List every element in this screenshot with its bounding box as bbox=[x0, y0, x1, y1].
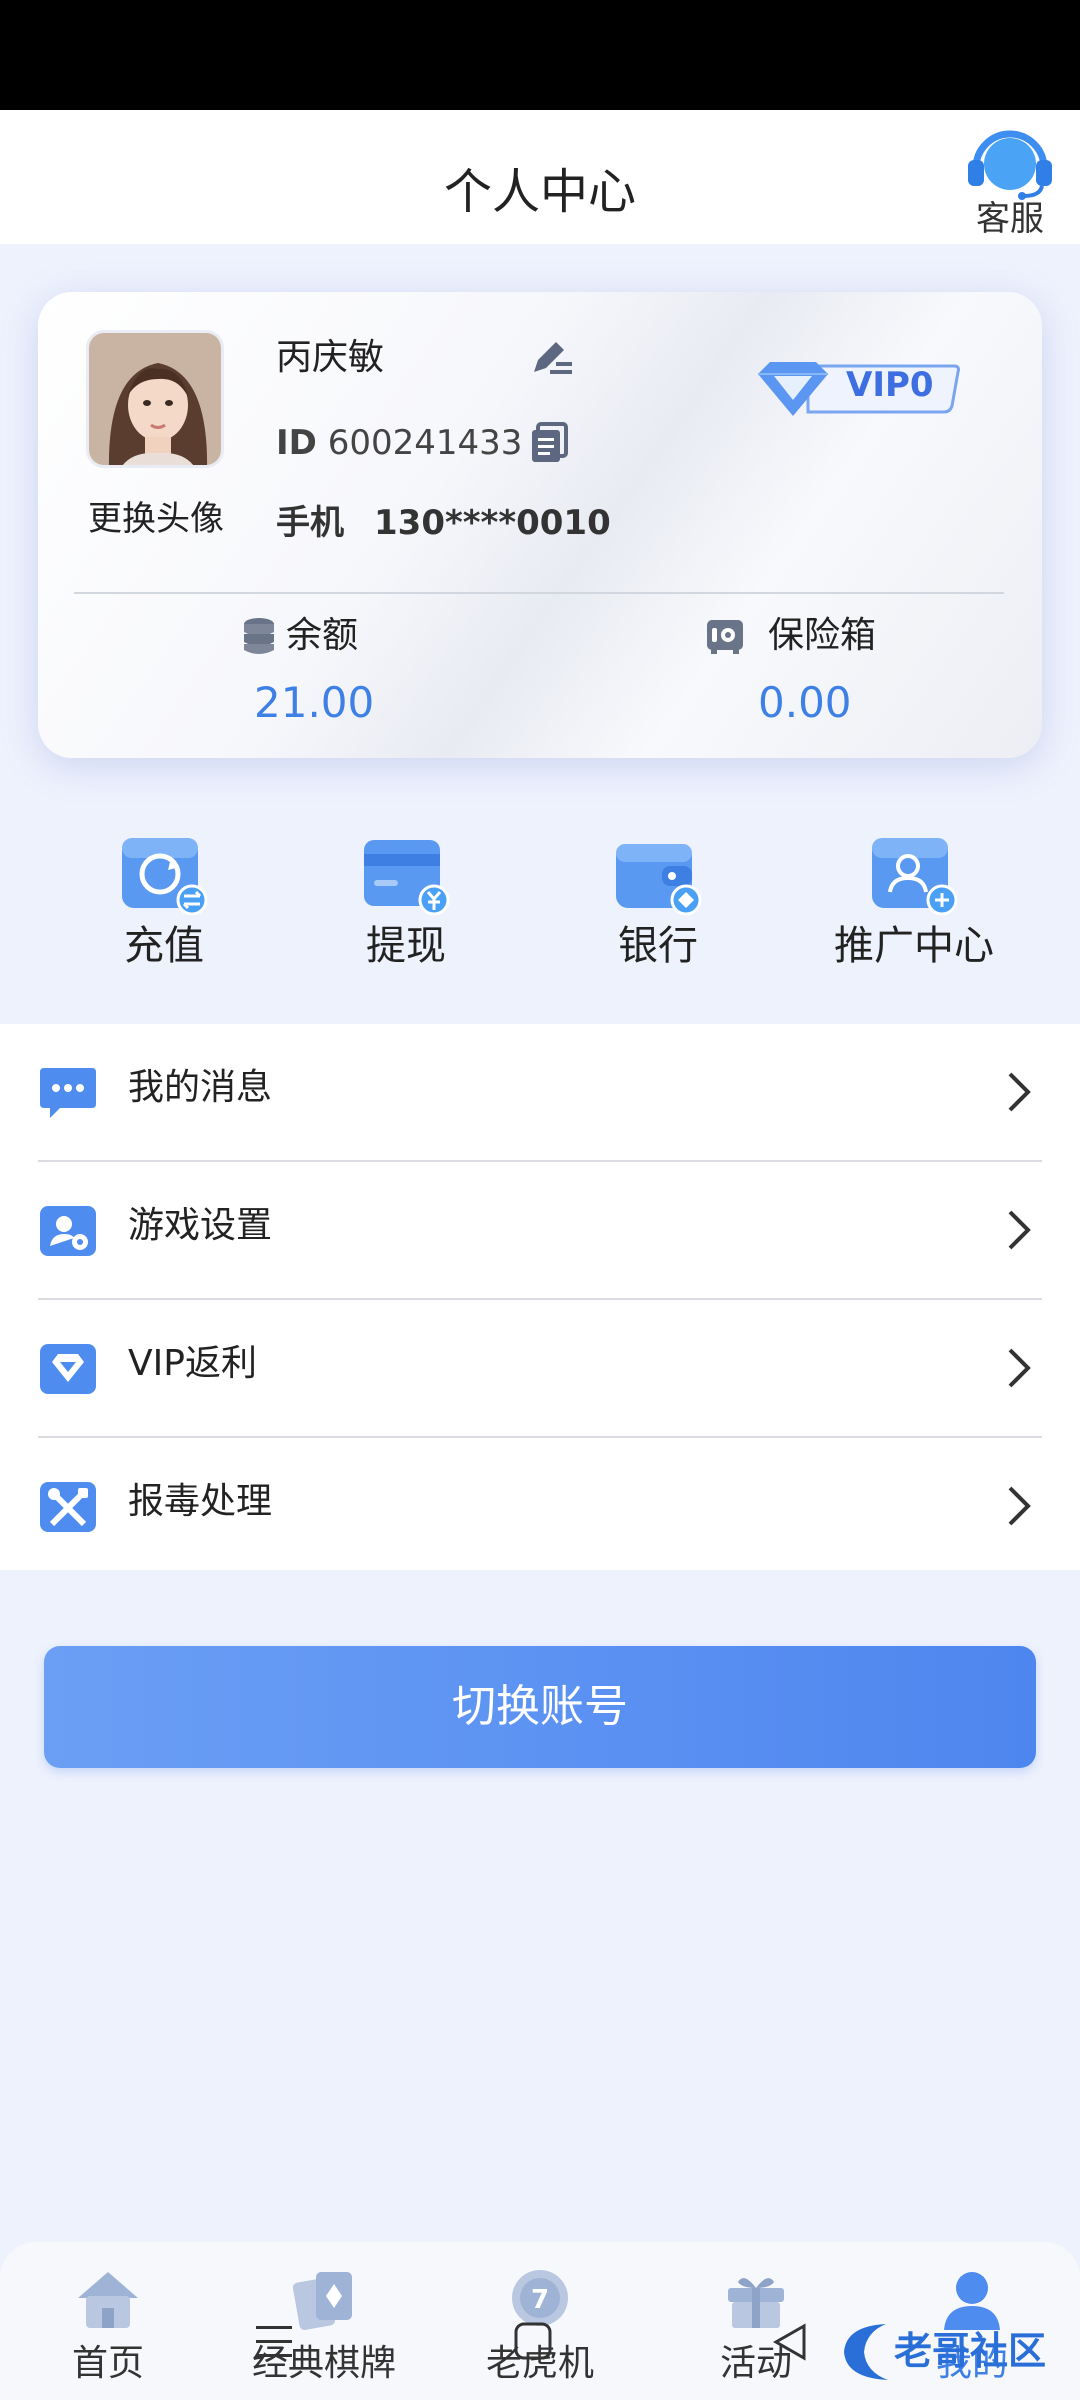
menu-item-virus-report[interactable]: 报毒处理 bbox=[0, 1438, 1080, 1574]
customer-service-button[interactable]: 客服 bbox=[962, 124, 1058, 240]
vip-badge[interactable]: VIP0 bbox=[754, 356, 964, 422]
customer-service-label: 客服 bbox=[976, 199, 1044, 239]
phone-value: 130****0010 bbox=[374, 503, 611, 543]
promotion-users-icon bbox=[872, 838, 958, 916]
user-id-value: 600241433 bbox=[327, 423, 523, 463]
chevron-right-icon bbox=[1008, 1072, 1031, 1112]
recharge-icon bbox=[122, 838, 208, 916]
menu-label-vip-rebate: VIP返利 bbox=[128, 1343, 257, 1384]
safe-label: 保险箱 bbox=[768, 615, 877, 656]
edit-icon[interactable] bbox=[528, 336, 576, 380]
status-bar bbox=[0, 0, 1080, 110]
promotion-center-button[interactable]: 推广中心 bbox=[814, 820, 1014, 980]
tools-icon bbox=[40, 1482, 96, 1532]
switch-account-button[interactable]: 切换账号 bbox=[44, 1646, 1036, 1768]
menu-item-game-settings[interactable]: 游戏设置 bbox=[0, 1162, 1080, 1298]
user-id: ID 600241433 bbox=[276, 426, 522, 460]
vip-diamond-icon bbox=[40, 1344, 96, 1394]
tab-home[interactable]: 首页 bbox=[0, 2242, 216, 2400]
menu-item-messages[interactable]: 我的消息 bbox=[0, 1024, 1080, 1160]
withdraw-label: 提现 bbox=[366, 923, 446, 969]
tab-label-home: 首页 bbox=[71, 2343, 144, 2384]
username: 丙庆敏 bbox=[276, 337, 385, 378]
menu-label-messages: 我的消息 bbox=[128, 1067, 273, 1108]
message-icon bbox=[40, 1068, 96, 1118]
gift-icon bbox=[728, 2278, 784, 2328]
menu-label-virus-report: 报毒处理 bbox=[128, 1481, 273, 1522]
user-settings-icon bbox=[40, 1206, 96, 1256]
tab-label-events: 活动 bbox=[719, 2343, 792, 2384]
user-id-prefix: ID bbox=[276, 423, 317, 463]
watermark-logo: 老哥社区 bbox=[844, 2324, 1046, 2380]
avatar[interactable] bbox=[86, 330, 224, 468]
page-header: 个人中心 客服 bbox=[0, 110, 1080, 244]
wallet-icon bbox=[616, 844, 702, 916]
copy-icon[interactable] bbox=[528, 422, 570, 466]
bank-button[interactable]: 银行 bbox=[558, 820, 758, 980]
playing-cards-icon bbox=[292, 2272, 352, 2330]
bank-label: 银行 bbox=[618, 923, 698, 969]
phone-number: 手机 130****0010 bbox=[276, 506, 611, 540]
safe-value: 0.00 bbox=[758, 678, 852, 727]
chevron-right-icon bbox=[1008, 1210, 1031, 1250]
menu-label-game-settings: 游戏设置 bbox=[128, 1205, 273, 1246]
tab-events[interactable]: 活动 bbox=[648, 2242, 864, 2400]
page-title: 个人中心 bbox=[443, 164, 636, 220]
change-avatar-link[interactable]: 更换头像 bbox=[88, 502, 224, 536]
chevron-right-icon bbox=[1008, 1348, 1031, 1388]
card-divider bbox=[74, 592, 1004, 594]
tab-label-slots: 老虎机 bbox=[485, 2343, 594, 2384]
settings-menu: 我的消息 游戏设置 VIP返利 报毒处理 bbox=[0, 1024, 1080, 1570]
tab-slots[interactable]: 7 老虎机 bbox=[432, 2242, 648, 2400]
svg-text:7: 7 bbox=[531, 2285, 549, 2315]
phone-label: 手机 bbox=[276, 503, 344, 543]
recharge-button[interactable]: 充值 bbox=[64, 820, 264, 980]
headset-icon bbox=[968, 130, 1052, 200]
home-icon bbox=[78, 2272, 138, 2328]
balance-label: 余额 bbox=[286, 615, 359, 656]
avatar-image bbox=[89, 333, 221, 465]
coins-icon bbox=[244, 618, 274, 654]
balance-value: 21.00 bbox=[254, 678, 375, 727]
withdraw-button[interactable]: 提现 bbox=[306, 820, 506, 980]
tab-label-classic-cards: 经典棋牌 bbox=[251, 2343, 396, 2384]
menu-item-vip-rebate[interactable]: VIP返利 bbox=[0, 1300, 1080, 1436]
safe-icon bbox=[707, 620, 743, 654]
watermark-text: 老哥社区 bbox=[894, 2329, 1046, 2373]
quick-actions: 充值 提现 银行 推广中心 bbox=[0, 820, 1080, 1020]
profile-card: 更换头像 丙庆敏 ID 600241433 手机 130****0010 VIP0 bbox=[38, 292, 1042, 758]
slot-machine-icon: 7 bbox=[512, 2270, 568, 2326]
promotion-center-label: 推广中心 bbox=[834, 923, 994, 969]
withdraw-icon bbox=[364, 840, 450, 916]
recharge-label: 充值 bbox=[124, 923, 204, 969]
chevron-right-icon bbox=[1008, 1486, 1031, 1526]
tab-classic-cards[interactable]: 经典棋牌 bbox=[216, 2242, 432, 2400]
vip-level-label: VIP0 bbox=[846, 365, 934, 405]
